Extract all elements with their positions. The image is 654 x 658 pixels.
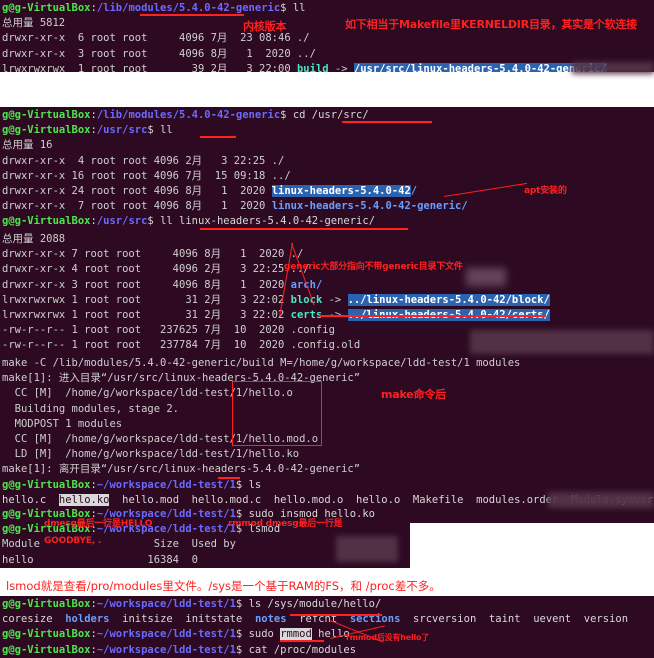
symlink-target: /usr/src/linux-headers-5.4.0-42-generic/ [353, 62, 607, 72]
prompt-path: /usr/src [96, 215, 148, 228]
terminal-line: make -C /lib/modules/5.4.0-42-generic/bu… [2, 357, 521, 369]
prompt-path: /lib/modules/5.4.0-42-generic [96, 109, 281, 121]
underline-kernel-version [140, 14, 244, 16]
sysfs-entry: holders [65, 613, 110, 626]
terminal-line: Building modules, stage 2. [2, 402, 180, 415]
command-text: ll [292, 2, 306, 14]
terminal-line: drwxr-xr-x 7 root root 4096 8月 1 2020 li… [2, 200, 468, 213]
terminal-line: MODPOST 1 modules [2, 417, 123, 430]
symlink-name: block [290, 293, 323, 306]
annotation-rmmod-no-hello: rmmod后没有hello了 [346, 633, 430, 642]
box-hello-outputs [232, 381, 322, 446]
file-name-selected: hello.ko [58, 493, 110, 506]
terminal-line: drwxr-xr-x 16 root root 4096 7月 15 09:18… [2, 169, 291, 182]
prompt-user: g@g-VirtualBox [2, 628, 91, 641]
symlink-target: ../linux-headers-5.4.0-42/block/ [347, 293, 550, 306]
terminal-line: lrwxrwxrwx 1 root root 31 2月 3 22:02 blo… [2, 293, 550, 306]
terminal-line: drwxr-xr-x 3 root root 4096 8月 1 2020 ar… [2, 278, 654, 293]
underline-rmmod [280, 640, 324, 642]
terminal-block-sysfs[interactable]: g@g-VirtualBox:~/workspace/ldd-test/1$ l… [0, 596, 654, 658]
prompt-path: ~/workspace/ldd-test/1 [96, 478, 236, 491]
terminal-line: g@g-VirtualBox:~/workspace/ldd-test/1$ l… [2, 478, 262, 491]
prompt-path: /usr/src [96, 124, 148, 137]
directory-name: linux-headers-5.4.0-42-generic/ [271, 200, 468, 213]
underline-ls [218, 477, 240, 479]
annotation-kerneldir: 如下相当于Makefile里KERNELDIR目录，其实是个软连接 [345, 18, 637, 31]
sysfs-entry: initstate [185, 613, 243, 626]
terminal-line: CC [M] /home/g/workspace/ldd-test/1/hell… [2, 387, 293, 400]
sysfs-entry: taint [488, 613, 521, 626]
prompt-user: g@g-VirtualBox [2, 2, 91, 14]
command-text: cat /proc/modules [248, 643, 357, 656]
terminal-block-usr-src[interactable]: g@g-VirtualBox:/lib/modules/5.4.0-42-gen… [0, 107, 654, 231]
terminal-line: 总用量 16 [2, 139, 53, 152]
sysfs-entry: srcversion [413, 613, 477, 626]
sysfs-entry: notes [254, 613, 287, 626]
terminal-line: g@g-VirtualBox:~/workspace/ldd-test/1$ c… [2, 643, 357, 656]
prompt-path: ~/workspace/ldd-test/1 [96, 628, 236, 641]
terminal-line: g@g-VirtualBox:/lib/modules/5.4.0-42-gen… [2, 109, 369, 121]
prompt-user: g@g-VirtualBox [2, 598, 91, 610]
prompt-user: g@g-VirtualBox [2, 478, 91, 491]
symlink-name: certs [290, 308, 323, 321]
prompt-user: g@g-VirtualBox [2, 215, 91, 228]
terminal-line: drwxr-xr-x 6 root root 4096 7月 23 08:46 … [2, 32, 310, 45]
prompt-path: ~/workspace/ldd-test/1 [96, 643, 236, 656]
terminal-line: LD [M] /home/g/workspace/ldd-test/1/hell… [2, 448, 300, 461]
underline-ll [200, 136, 236, 138]
symlink-name: build [296, 62, 329, 72]
annotation-dmesg-hello: dmesg最后一行是HELLO [44, 519, 153, 529]
terminal-line: g@g-VirtualBox:~/workspace/ldd-test/1$ l… [2, 598, 382, 610]
sysfs-entry: coresize [2, 613, 53, 626]
sysfs-entry: version [583, 613, 629, 626]
terminal-line: drwxr-xr-x 4 root root 4096 2月 3 22:25 .… [2, 154, 285, 167]
terminal-line: make[1]: 离开目录“/usr/src/linux-headers-5.4… [2, 463, 361, 476]
sysfs-entry: initsize [122, 613, 173, 626]
command-text: ll [160, 124, 173, 137]
prompt-user: g@g-VirtualBox [2, 643, 91, 656]
prompt-user: g@g-VirtualBox [2, 124, 91, 137]
command-text: cd /usr/src/ [292, 109, 369, 121]
directory-name-selected: linux-headers-5.4.0-42 [271, 184, 411, 197]
terminal-line: lrwxrwxrwx 1 root root 39 2月 3 22:00 bui… [2, 62, 654, 72]
command-text: ls [248, 478, 262, 491]
underline-block-target [320, 315, 546, 317]
annotation-rmmod-dmesg: rmmod dmesg最后一行是 [228, 519, 343, 529]
rmmod-highlight: rmmod [280, 628, 312, 641]
redacted-region-3 [466, 268, 506, 286]
underline-ll-generic [200, 228, 408, 230]
terminal-line: make[1]: 进入目录“/usr/src/linux-headers-5.4… [2, 372, 361, 385]
prompt-path: /lib/modules/5.4.0-42-generic [96, 2, 281, 14]
annotation-apt-install: apt安装的 [524, 186, 567, 196]
terminal-line: 总用量 2088 [2, 233, 66, 245]
terminal-line: CC [M] /home/g/workspace/ldd-test/1/hell… [2, 432, 319, 445]
terminal-line: drwxr-xr-x 3 root root 4096 8月 1 2020 ..… [2, 47, 316, 60]
terminal-line: g@g-VirtualBox:/lib/modules/5.4.0-42-gen… [2, 2, 306, 14]
redacted-region-4 [548, 492, 654, 508]
terminal-line: g@g-VirtualBox:~/workspace/ldd-test/1$ s… [2, 628, 350, 641]
annotation-goodbye: GOODBYE, . [44, 536, 102, 546]
annotation-generic-link: generic大部分指向不带generic目录下文件 [284, 262, 463, 272]
redacted-region-2 [470, 330, 654, 354]
prompt-user: g@g-VirtualBox [2, 109, 91, 121]
terminal-block-lib-modules[interactable]: g@g-VirtualBox:/lib/modules/5.4.0-42-gen… [0, 0, 654, 72]
annotation-lsmod-explain: lsmod就是查看/pro/modules里文件。/sys是一个基于RAM的FS… [6, 579, 441, 593]
redacted-region-1 [572, 62, 654, 74]
underline-sys-module-hello [290, 614, 382, 616]
prompt-path: ~/workspace/ldd-test/1 [96, 598, 236, 610]
annotation-kernel-version: 内核版本 [243, 20, 287, 33]
terminal-line: g@g-VirtualBox:/usr/src$ ll [2, 124, 173, 137]
command-text: ls /sys/module/hello/ [248, 598, 382, 610]
underline-cd-usr-src [342, 121, 432, 123]
annotation-after-make: make命令后 [381, 388, 446, 401]
redacted-region-5 [336, 536, 398, 562]
sysfs-entry: uevent [533, 613, 572, 626]
command-text: ll linux-headers-5.4.0-42-generic/ [160, 215, 376, 228]
